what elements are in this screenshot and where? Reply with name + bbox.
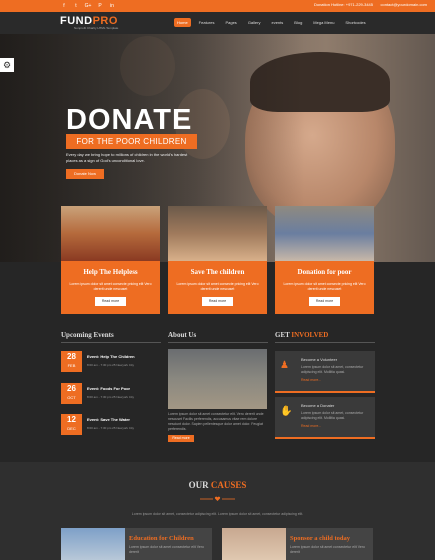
- about-heading: About Us: [168, 331, 197, 339]
- read-more-button[interactable]: Read more: [95, 297, 126, 306]
- event-title: Event: Foods For Poor: [87, 386, 131, 391]
- divider: [275, 342, 375, 343]
- event-title: Event: Save The Water: [87, 417, 130, 422]
- event-item[interactable]: 28 FEB Event: Help The Children 8:00 am -…: [61, 351, 161, 372]
- card-title: Save The children: [190, 268, 245, 276]
- cause-title: Education for Children: [129, 535, 194, 542]
- settings-gear-icon[interactable]: ⚙: [0, 58, 14, 72]
- heading-part: OUR: [188, 480, 209, 490]
- heading-accent: CAUSES: [208, 480, 247, 490]
- event-month: OCT: [67, 395, 76, 400]
- donate-hands-icon: ✋: [280, 406, 293, 417]
- nav-gallery[interactable]: Gallery: [245, 18, 264, 27]
- read-more-button[interactable]: Read more: [202, 297, 233, 306]
- cause-title: Sponsor a child today: [290, 535, 351, 542]
- about-image: [168, 349, 267, 409]
- events-heading: Upcoming Events: [61, 331, 114, 339]
- cause-image: [222, 528, 286, 560]
- cause-text: Lorem ipsum dolor sit amet consectetur e…: [129, 545, 204, 554]
- event-date: 26 OCT: [61, 383, 82, 404]
- about-read-more-button[interactable]: Read more: [168, 435, 194, 442]
- card-text: Lorem ipsum dolor sit amet consecte pric…: [283, 282, 366, 291]
- hero-subtitle: FOR THE POOR CHILDREN: [66, 134, 197, 149]
- nav-pages[interactable]: Pages: [222, 18, 239, 27]
- nav-shortcodes[interactable]: Shortcodes: [342, 18, 368, 27]
- volunteer-box[interactable]: ♟ Become a Volunteer Lorem ipsum dolor s…: [275, 351, 375, 393]
- twitter-icon[interactable]: t: [72, 2, 80, 10]
- nav-events[interactable]: events: [268, 18, 286, 27]
- involved-link[interactable]: Read more...: [301, 378, 321, 382]
- card-image: [61, 206, 160, 261]
- cause-card[interactable]: Sponsor a child today Lorem ipsum dolor …: [222, 528, 373, 560]
- involved-text: Lorem ipsum dolor sit amet, consectetur …: [301, 365, 364, 374]
- cause-image: [61, 528, 125, 560]
- get-involved-heading: GET INVOLVED: [275, 331, 328, 339]
- event-item[interactable]: 12 DEC Event: Save The Water 8:00 am - 7:…: [61, 414, 161, 435]
- event-day: 12: [67, 415, 76, 424]
- email-link[interactable]: contact@yourdomain.com: [380, 2, 427, 7]
- event-item[interactable]: 26 OCT Event: Foods For Poor 8:00 am - 7:…: [61, 383, 161, 404]
- heart-divider-icon: [200, 496, 235, 501]
- card-text: Lorem ipsum dolor sit amet consecte pric…: [176, 282, 259, 291]
- card-image: [275, 206, 374, 261]
- nav-home[interactable]: Home: [174, 18, 191, 27]
- involved-title: Become a Volunteer: [301, 357, 338, 362]
- event-meta: 8:00 am - 7:30 pm 25 Newyork City: [87, 426, 135, 430]
- logo-tagline: Nonprofit Charity HTML Template: [74, 26, 119, 30]
- event-meta: 8:00 am - 7:30 pm 25 Newyork City: [87, 395, 135, 399]
- divider: [61, 342, 161, 343]
- main-nav: FUNDPRO Nonprofit Charity HTML Template …: [0, 12, 435, 34]
- about-text: Lorem ipsum dolor sit amet consectetur e…: [168, 412, 264, 431]
- google-plus-icon[interactable]: G+: [84, 2, 92, 10]
- hero-title: DONATE: [66, 104, 193, 136]
- social-links: f t G+ P in: [60, 2, 116, 10]
- nav-features[interactable]: Features: [196, 18, 218, 27]
- heading-part: GET: [275, 331, 290, 339]
- card-save-children: Save The children Lorem ipsum dolor sit …: [168, 206, 267, 314]
- event-day: 28: [67, 352, 76, 361]
- involved-text: Lorem ipsum dolor sit amet, consectetur …: [301, 411, 364, 420]
- event-month: DEC: [67, 426, 76, 431]
- nav-blog[interactable]: Blog: [291, 18, 305, 27]
- involved-link[interactable]: Read more...: [301, 424, 321, 428]
- donate-now-button[interactable]: Donate Now: [66, 169, 104, 179]
- heading-accent: INVOLVED: [289, 331, 329, 339]
- card-donation-poor: Donation for poor Lorem ipsum dolor sit …: [275, 206, 374, 314]
- nav-menu: Home Features Pages Gallery events Blog …: [174, 18, 369, 27]
- divider: [168, 342, 268, 343]
- event-date: 28 FEB: [61, 351, 82, 372]
- top-bar: f t G+ P in Donation Hotline: +971-229-3…: [0, 0, 435, 12]
- card-text: Lorem ipsum dolor sit amet consecte pric…: [69, 282, 152, 291]
- nav-mega-menu[interactable]: Mega Menu: [310, 18, 337, 27]
- card-image: [168, 206, 267, 261]
- donater-box[interactable]: ✋ Become a Donater Lorem ipsum dolor sit…: [275, 397, 375, 439]
- involved-title: Become a Donater: [301, 403, 335, 408]
- event-day: 26: [67, 384, 76, 393]
- pinterest-icon[interactable]: P: [96, 2, 104, 10]
- causes-heading: OUR CAUSES: [0, 480, 435, 490]
- causes-subtitle: Lorem ipsum dolor sit amet, consectetur …: [131, 512, 304, 516]
- card-title: Donation for poor: [297, 268, 352, 276]
- card-title: Help The Helpless: [83, 268, 138, 276]
- event-meta: 8:00 am - 7:30 pm 25 Newyork City: [87, 363, 135, 367]
- card-help-helpless: Help The Helpless Lorem ipsum dolor sit …: [61, 206, 160, 314]
- volunteer-icon: ♟: [280, 360, 289, 371]
- cause-card[interactable]: Education for Children Lorem ipsum dolor…: [61, 528, 212, 560]
- event-date: 12 DEC: [61, 414, 82, 435]
- linkedin-icon[interactable]: in: [108, 2, 116, 10]
- read-more-button[interactable]: Read more: [309, 297, 340, 306]
- facebook-icon[interactable]: f: [60, 2, 68, 10]
- cause-text: Lorem ipsum dolor sit amet consectetur e…: [290, 545, 365, 554]
- event-month: FEB: [67, 363, 76, 368]
- hero-description: Every day we bring hope to millions of c…: [66, 152, 188, 163]
- hotline-text: Donation Hotline: +971-229-3445: [313, 2, 373, 7]
- event-title: Event: Help The Children: [87, 354, 135, 359]
